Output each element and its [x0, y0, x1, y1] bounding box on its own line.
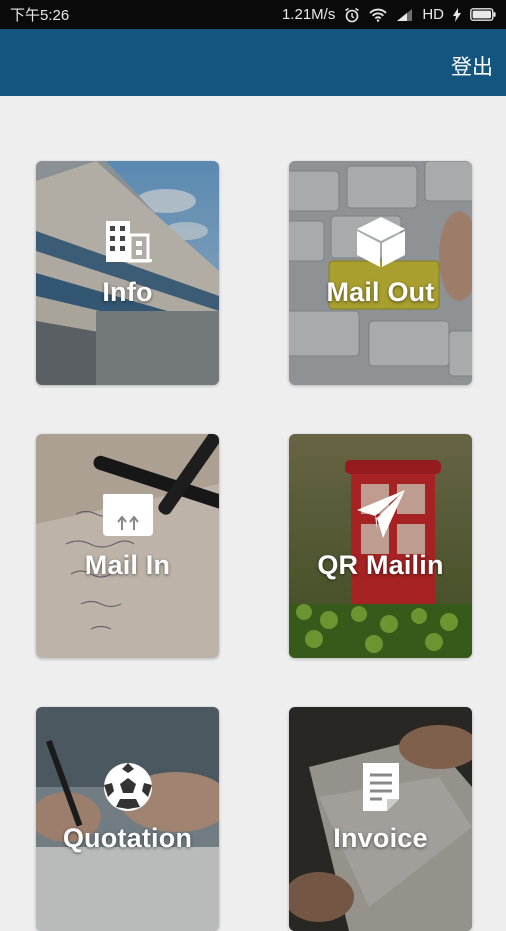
tile-label: QR Mailin: [317, 550, 444, 580]
signal-icon: [396, 8, 413, 22]
building-photo: [36, 161, 219, 385]
status-time: 下午5:26: [10, 7, 70, 24]
package-icon: [102, 494, 153, 536]
paper-plane-icon: [356, 490, 405, 538]
tile-label: Invoice: [333, 823, 428, 853]
qr-mailin-tile[interactable]: QR Mailin: [289, 434, 472, 658]
tile-label: Mail Out: [326, 277, 435, 307]
phone-booth-photo: [289, 434, 472, 658]
network-speed: 1.21M/s: [281, 6, 336, 23]
mail-out-tile[interactable]: Mail Out: [289, 161, 472, 385]
charging-icon: [453, 7, 461, 22]
writing-photo: [36, 434, 219, 658]
tile-label: Info: [102, 277, 153, 307]
quotation-tile[interactable]: Quotation: [36, 707, 219, 931]
app-header: 登出: [0, 29, 506, 96]
keyboard-photo: [289, 161, 472, 385]
network-type: HD: [422, 6, 444, 23]
box-icon: [356, 217, 405, 267]
building-icon: [105, 221, 152, 263]
invoice-tile[interactable]: Invoice: [289, 707, 472, 931]
mail-in-tile[interactable]: Mail In: [36, 434, 219, 658]
signing-photo: [36, 707, 219, 931]
tile-label: Mail In: [84, 550, 171, 580]
wifi-icon: [369, 8, 387, 22]
soccer-ball-icon: [103, 763, 152, 811]
documents-photo: [289, 707, 472, 931]
info-tile[interactable]: Info: [36, 161, 219, 385]
logout-button[interactable]: 登出: [451, 51, 493, 81]
alarm-icon: [344, 7, 360, 23]
status-bar: 下午5:26 1.21M/s HD: [0, 0, 506, 29]
tile-label: Quotation: [62, 823, 193, 853]
battery-icon: [470, 8, 496, 21]
document-icon: [362, 763, 399, 811]
